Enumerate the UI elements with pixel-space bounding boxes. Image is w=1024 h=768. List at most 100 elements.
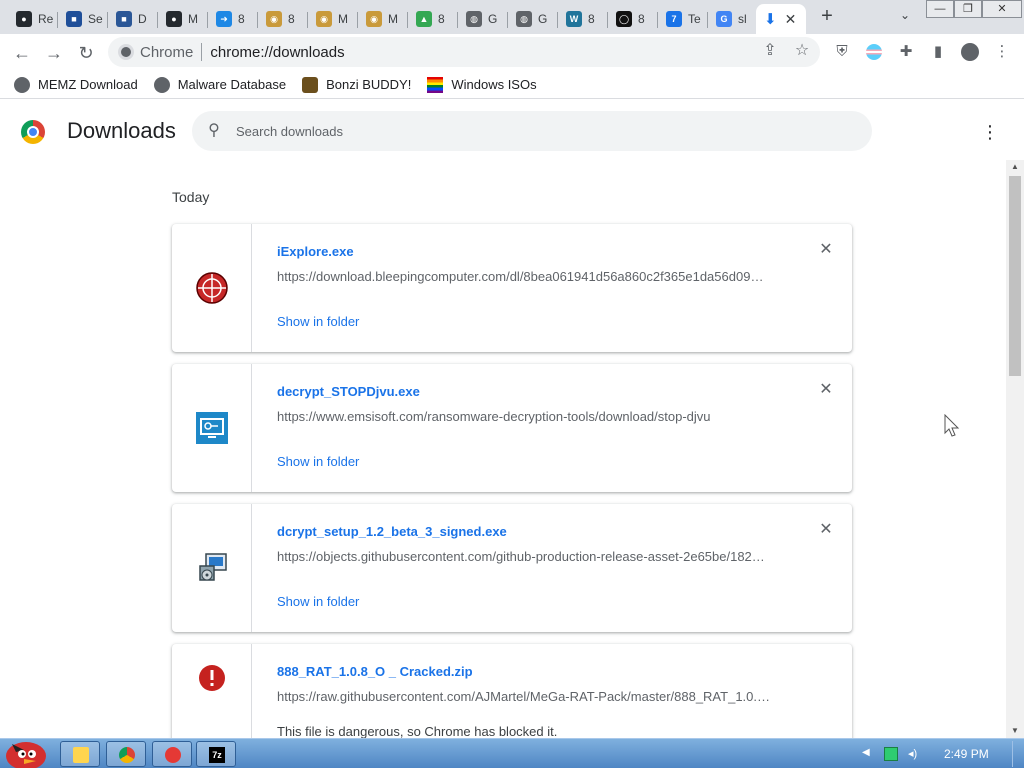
tab-separator — [157, 12, 158, 28]
7zip-icon: 7 — [666, 11, 682, 27]
file-icon-column — [172, 644, 252, 738]
new-tab-button[interactable]: + — [816, 6, 838, 28]
browser-tab[interactable]: 7 Te — [658, 4, 708, 34]
file-name-link[interactable]: iExplore.exe — [277, 244, 354, 259]
volume-icon[interactable]: ◂) — [908, 747, 922, 761]
bookmark-bonzi[interactable]: Bonzi BUDDY! — [302, 76, 412, 93]
file-url-link[interactable]: https://download.bleepingcomputer.com/dl… — [277, 269, 777, 284]
tab-label: 8 — [288, 12, 295, 26]
show-in-folder-link[interactable]: Show in folder — [277, 594, 359, 609]
browser-tab[interactable]: ◉ M — [308, 4, 358, 34]
download-item: dcrypt_setup_1.2_beta_3_signed.exe https… — [172, 504, 852, 632]
scrollbar-thumb[interactable] — [1009, 176, 1021, 376]
share-icon[interactable]: ⇪ — [760, 41, 780, 61]
extensions-puzzle-icon[interactable]: ✚ — [896, 42, 916, 62]
remove-item-icon[interactable]: ✕ — [816, 520, 836, 540]
file-url-link[interactable]: https://www.emsisoft.com/ransomware-decr… — [277, 409, 777, 424]
bookmark-label: Windows ISOs — [451, 77, 537, 92]
tab-separator — [507, 12, 508, 28]
back-button[interactable]: ← — [9, 40, 35, 66]
app-icon: ■ — [66, 11, 82, 27]
browser-tab[interactable]: ◯ 8 — [608, 4, 658, 34]
globe-icon — [153, 76, 170, 93]
side-panel-icon[interactable]: ▮ — [928, 42, 948, 62]
bookmark-star-icon[interactable]: ☆ — [792, 41, 812, 61]
tab-separator — [57, 12, 58, 28]
arrow-tray-icon[interactable]: ◀ — [862, 747, 874, 761]
bookmark-label: Bonzi BUDDY! — [326, 77, 412, 92]
profile-avatar[interactable] — [960, 42, 980, 62]
browser-tab[interactable]: ▲ 8 — [408, 4, 458, 34]
file-name-link[interactable]: dcrypt_setup_1.2_beta_3_signed.exe — [277, 524, 507, 539]
browser-tab[interactable]: ◍ G — [458, 4, 508, 34]
file-url-link[interactable]: https://objects.githubusercontent.com/gi… — [277, 549, 777, 564]
browser-tab[interactable]: ➜ 8 — [208, 4, 258, 34]
taskbar-app-7zip[interactable]: 7z — [196, 741, 236, 767]
tab-label: 8 — [238, 12, 245, 26]
network-icon[interactable] — [884, 747, 898, 761]
tab-separator — [707, 12, 708, 28]
start-button-angry-bird-icon[interactable] — [2, 731, 50, 768]
browser-tab[interactable]: Gsl — [708, 4, 758, 34]
search-input[interactable] — [236, 123, 836, 139]
tab-label: Te — [688, 12, 701, 26]
7zip-icon: 7z — [209, 747, 225, 763]
tab-separator — [557, 12, 558, 28]
download-item: iExplore.exe https://download.bleepingco… — [172, 224, 852, 352]
browser-tab[interactable]: ■ Se — [58, 4, 108, 34]
search-icon: ⚲ — [208, 122, 220, 139]
taskbar-clock[interactable]: 2:49 PM — [944, 747, 989, 761]
address-bar[interactable]: Chrome chrome://downloads — [108, 37, 820, 67]
browser-tab[interactable]: ◉ 8 — [258, 4, 308, 34]
bookmark-memz[interactable]: MEMZ Download — [14, 76, 138, 93]
page-scrollbar[interactable]: ▲ ▼ — [1006, 160, 1024, 738]
forward-button[interactable]: → — [41, 40, 67, 66]
badge-icon: ◉ — [366, 11, 382, 27]
tab-downloads[interactable]: ⬇ ✕ — [756, 4, 806, 34]
remove-item-icon[interactable]: ✕ — [816, 380, 836, 400]
ublock-icon[interactable]: ⛨ — [832, 42, 852, 62]
taskbar-app-explorer[interactable] — [60, 741, 100, 767]
scroll-up-icon[interactable]: ▲ — [1006, 160, 1024, 174]
close-tab-icon[interactable]: ✕ — [785, 11, 797, 28]
scroll-down-icon[interactable]: ▼ — [1006, 724, 1024, 738]
restore-button[interactable]: ❐ — [954, 0, 982, 18]
show-in-folder-link[interactable]: Show in folder — [277, 454, 359, 469]
menu-kebab-icon[interactable]: ⋮ — [992, 42, 1012, 62]
downloads-header: Downloads ⚲ ⋮ — [0, 100, 1024, 160]
bookmark-malware-database[interactable]: Malware Database — [153, 76, 286, 93]
tab-separator — [257, 12, 258, 28]
extension-flag-icon[interactable] — [864, 42, 884, 62]
downloads-menu-icon[interactable]: ⋮ — [978, 120, 1002, 144]
browser-tab[interactable]: ● Re — [8, 4, 58, 34]
tab-strip: Gsl 7 Te ◯ 8 W 8 ◍ G ◍ G ▲ 8 ◉ M ◉ M ◉ 8 ➜ 8 ● M ■ D ■ Se ● Re ⬇ ✕ +… — [0, 0, 1024, 34]
file-name-link[interactable]: decrypt_STOPDjvu.exe — [277, 384, 420, 399]
remove-item-icon[interactable]: ✕ — [816, 240, 836, 260]
chrome-icon — [118, 44, 134, 60]
search-box[interactable]: ⚲ — [192, 111, 872, 151]
file-icon-column — [172, 504, 252, 632]
browser-tab[interactable]: ● M — [158, 4, 208, 34]
taskbar-app-antivirus[interactable] — [152, 741, 192, 767]
tab-label: D — [138, 12, 147, 26]
file-url-link[interactable]: https://raw.githubusercontent.com/AJMart… — [277, 689, 777, 704]
browser-tab[interactable]: ■ D — [108, 4, 158, 34]
tab-separator — [657, 12, 658, 28]
chrome-icon — [119, 747, 135, 763]
file-name-link: 888_RAT_1.0.8_O _ Cracked.zip — [277, 664, 473, 679]
reload-button[interactable]: ↻ — [73, 40, 99, 66]
bookmark-windows-isos[interactable]: Windows ISOs — [427, 76, 537, 93]
taskbar-app-chrome[interactable] — [106, 741, 146, 767]
tab-separator — [457, 12, 458, 28]
chevron-down-icon[interactable]: ⌄ — [896, 8, 914, 26]
chrome-logo-icon — [21, 120, 45, 144]
tab-label: M — [188, 12, 198, 26]
close-window-button[interactable]: ✕ — [982, 0, 1022, 18]
download-icon: ⬇ — [764, 11, 777, 28]
show-desktop-button[interactable] — [1012, 741, 1022, 767]
minimize-button[interactable]: — — [926, 0, 954, 18]
browser-tab[interactable]: W8 — [558, 4, 608, 34]
browser-tab[interactable]: ◉ M — [358, 4, 408, 34]
browser-tab[interactable]: ◍ G — [508, 4, 558, 34]
show-in-folder-link[interactable]: Show in folder — [277, 314, 359, 329]
